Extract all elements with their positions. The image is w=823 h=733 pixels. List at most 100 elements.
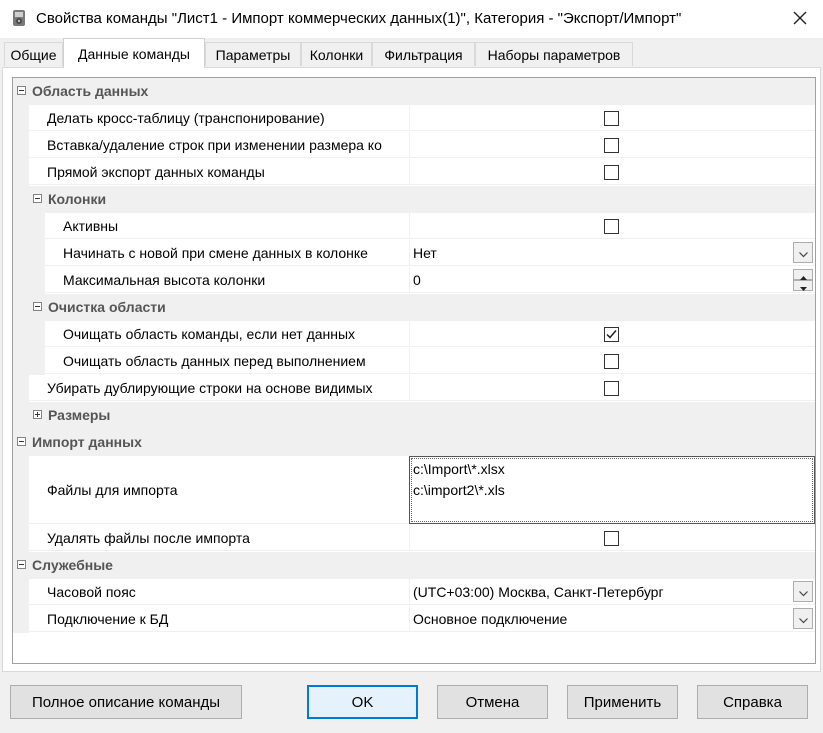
property-name: Делать кросс-таблицу (транспонирование) xyxy=(29,105,409,131)
property-row[interactable]: Файлы для импорта c:\Import\*.xlsx c:\im… xyxy=(13,456,815,525)
clear-if-no-data-checkbox[interactable] xyxy=(604,327,619,342)
property-row[interactable]: Убирать дублирующие строки на основе вид… xyxy=(13,375,815,402)
full-description-button[interactable]: Полное описание команды xyxy=(10,685,242,719)
property-name: Очищать область данных перед выполнением xyxy=(45,348,409,374)
property-name: Часовой пояс xyxy=(29,579,409,605)
window-title: Свойства команды "Лист1 - Импорт коммерч… xyxy=(36,10,682,27)
title-bar: Свойства команды "Лист1 - Импорт коммерч… xyxy=(0,0,823,38)
db-connection-dropdown[interactable]: Основное подключение xyxy=(409,606,815,632)
tab-parameter-sets[interactable]: Наборы параметров xyxy=(475,42,633,66)
property-name: Прямой экспорт данных команды xyxy=(29,159,409,185)
apply-button[interactable]: Применить xyxy=(567,685,678,719)
property-grid: Область данных Делать кросс-таблицу (тра… xyxy=(12,77,816,664)
property-row[interactable]: Максимальная высота колонки 0 xyxy=(13,267,815,294)
property-name: Подключение к БД xyxy=(29,606,409,632)
row-gutter xyxy=(13,525,29,552)
property-row[interactable]: Прямой экспорт данных команды xyxy=(13,159,815,186)
clear-before-exec-checkbox[interactable] xyxy=(604,354,619,369)
category-label: Область данных xyxy=(32,83,149,99)
category-label: Очистка области xyxy=(48,299,166,315)
tab-columns[interactable]: Колонки xyxy=(301,42,372,66)
ok-button[interactable]: OK xyxy=(307,685,418,719)
insert-delete-rows-checkbox[interactable] xyxy=(604,138,619,153)
spinner-value: 0 xyxy=(413,272,421,288)
property-value xyxy=(409,348,815,374)
max-height-spinner[interactable]: 0 xyxy=(409,267,815,293)
remove-duplicates-checkbox[interactable] xyxy=(604,381,619,396)
category-service[interactable]: Служебные xyxy=(13,552,815,579)
row-gutter xyxy=(13,267,45,294)
property-value xyxy=(409,105,815,131)
dropdown-button[interactable] xyxy=(793,608,813,629)
property-row[interactable]: Часовой пояс (UTC+03:00) Москва, Санкт-П… xyxy=(13,579,815,606)
dropdown-value: Основное подключение xyxy=(413,611,568,627)
tab-command-data[interactable]: Данные команды xyxy=(63,38,205,68)
direct-export-checkbox[interactable] xyxy=(604,165,619,180)
property-value xyxy=(409,525,815,551)
row-gutter xyxy=(13,348,45,375)
tab-parameters[interactable]: Параметры xyxy=(205,42,301,66)
close-button[interactable] xyxy=(776,0,823,38)
row-gutter xyxy=(13,606,29,633)
property-name: Вставка/удаление строк при изменении раз… xyxy=(29,132,409,158)
tab-bar: Общие Данные команды Параметры Колонки Ф… xyxy=(0,38,823,68)
category-label: Колонки xyxy=(48,191,107,207)
property-row[interactable]: Вставка/удаление строк при изменении раз… xyxy=(13,132,815,159)
help-button[interactable]: Справка xyxy=(697,685,808,719)
cancel-button[interactable]: Отмена xyxy=(437,685,548,719)
property-row[interactable]: Удалять файлы после импорта xyxy=(13,525,815,552)
close-icon xyxy=(793,11,807,28)
collapse-icon[interactable] xyxy=(33,194,42,203)
row-gutter xyxy=(13,375,29,402)
timezone-dropdown[interactable]: (UTC+03:00) Москва, Санкт-Петербург xyxy=(409,579,815,605)
active-checkbox[interactable] xyxy=(604,219,619,234)
property-value xyxy=(409,132,815,158)
property-row[interactable]: Очищать область данных перед выполнением xyxy=(13,348,815,375)
category-import-data[interactable]: Импорт данных xyxy=(13,429,815,456)
expand-icon[interactable] xyxy=(33,410,42,419)
start-new-dropdown[interactable]: Нет xyxy=(409,240,815,266)
row-gutter xyxy=(13,159,29,186)
collapse-icon[interactable] xyxy=(17,437,26,446)
dropdown-button[interactable] xyxy=(793,242,813,263)
category-label: Служебные xyxy=(32,557,113,573)
category-sizes[interactable]: Размеры xyxy=(13,402,815,429)
category-columns[interactable]: Колонки xyxy=(13,186,815,213)
row-gutter xyxy=(13,321,45,348)
property-name: Активны xyxy=(45,213,409,239)
import-file-line: c:\Import\*.xlsx xyxy=(413,461,505,477)
delete-after-import-checkbox[interactable] xyxy=(604,531,619,546)
spinner-buttons xyxy=(793,269,813,291)
category-data-area[interactable]: Область данных xyxy=(13,78,815,105)
collapse-icon[interactable] xyxy=(17,86,26,95)
collapse-icon[interactable] xyxy=(17,560,26,569)
dropdown-button[interactable] xyxy=(793,581,813,602)
chevron-down-icon xyxy=(798,579,808,605)
spin-down-button[interactable] xyxy=(793,280,813,291)
row-gutter xyxy=(13,579,29,606)
row-gutter xyxy=(13,240,45,267)
property-row[interactable]: Активны xyxy=(13,213,815,240)
tab-general[interactable]: Общие xyxy=(4,42,63,66)
property-row[interactable]: Очищать область команды, если нет данных xyxy=(13,321,815,348)
property-row[interactable]: Делать кросс-таблицу (транспонирование) xyxy=(13,105,815,132)
property-row[interactable]: Начинать с новой при смене данных в коло… xyxy=(13,240,815,267)
property-value xyxy=(409,159,815,185)
property-name: Очищать область команды, если нет данных xyxy=(45,321,409,347)
import-file-line: c:\import2\*.xls xyxy=(413,482,505,498)
tab-filtering[interactable]: Фильтрация xyxy=(372,42,475,66)
row-gutter xyxy=(13,132,29,159)
collapse-icon[interactable] xyxy=(33,302,42,311)
category-clear-area[interactable]: Очистка области xyxy=(13,294,815,321)
checkmark-icon xyxy=(606,330,617,339)
property-name: Начинать с новой при смене данных в коло… xyxy=(45,240,409,266)
row-gutter xyxy=(13,105,29,132)
row-gutter xyxy=(13,456,29,525)
property-value xyxy=(409,321,815,347)
property-value xyxy=(409,375,815,401)
property-row[interactable]: Подключение к БД Основное подключение xyxy=(13,606,815,633)
cross-table-checkbox[interactable] xyxy=(604,111,619,126)
property-value xyxy=(409,213,815,239)
chevron-down-icon xyxy=(798,606,808,632)
import-files-textarea[interactable]: c:\Import\*.xlsx c:\import2\*.xls xyxy=(409,456,815,524)
